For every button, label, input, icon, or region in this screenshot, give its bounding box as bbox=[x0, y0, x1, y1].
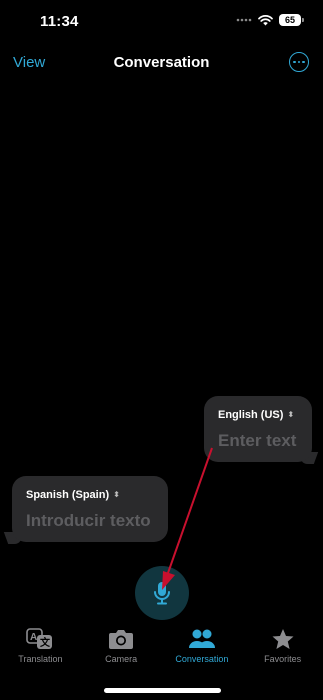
status-time: 11:34 bbox=[40, 13, 79, 30]
english-language-selector[interactable]: English (US) ⬍ bbox=[218, 409, 298, 421]
english-language-label: English (US) bbox=[218, 409, 284, 421]
spanish-language-selector[interactable]: Spanish (Spain) ⬍ bbox=[26, 489, 154, 501]
english-text-placeholder[interactable]: Enter text bbox=[218, 431, 298, 451]
wifi-icon bbox=[258, 14, 273, 25]
tab-camera[interactable]: Camera bbox=[81, 628, 162, 678]
star-icon bbox=[272, 629, 294, 649]
people-icon bbox=[188, 629, 215, 648]
translate-icon: A 文 bbox=[26, 628, 53, 649]
tab-favorites-label: Favorites bbox=[264, 654, 302, 664]
page-title: Conversation bbox=[113, 54, 210, 71]
svg-text:A: A bbox=[30, 632, 37, 643]
spanish-text-placeholder[interactable]: Introducir texto bbox=[26, 511, 154, 531]
tab-translation[interactable]: A 文 Translation bbox=[0, 628, 81, 678]
microphone-button[interactable] bbox=[135, 566, 189, 620]
status-icons: 65 bbox=[236, 14, 304, 26]
english-bubble[interactable]: English (US) ⬍ Enter text bbox=[204, 396, 312, 462]
chevron-updown-icon: ⬍ bbox=[287, 410, 295, 419]
tab-favorites[interactable]: Favorites bbox=[242, 628, 323, 678]
tab-camera-label: Camera bbox=[105, 654, 138, 664]
spanish-bubble[interactable]: Spanish (Spain) ⬍ Introducir texto bbox=[12, 476, 168, 542]
svg-text:文: 文 bbox=[40, 636, 51, 649]
tab-translation-label: Translation bbox=[18, 654, 63, 664]
tab-conversation-label: Conversation bbox=[175, 654, 229, 664]
home-indicator bbox=[104, 688, 221, 693]
view-button[interactable]: View bbox=[13, 54, 45, 71]
microphone-icon bbox=[154, 582, 170, 605]
spanish-language-label: Spanish (Spain) bbox=[26, 489, 110, 501]
more-options-icon[interactable] bbox=[289, 52, 309, 72]
battery-indicator: 65 bbox=[279, 14, 304, 26]
tab-conversation[interactable]: Conversation bbox=[162, 628, 243, 678]
chevron-updown-icon: ⬍ bbox=[113, 490, 120, 499]
tab-bar: A 文 Translation Camera Conversation Favo… bbox=[0, 628, 323, 678]
signal-dots-icon bbox=[236, 18, 252, 22]
camera-icon bbox=[109, 630, 134, 649]
